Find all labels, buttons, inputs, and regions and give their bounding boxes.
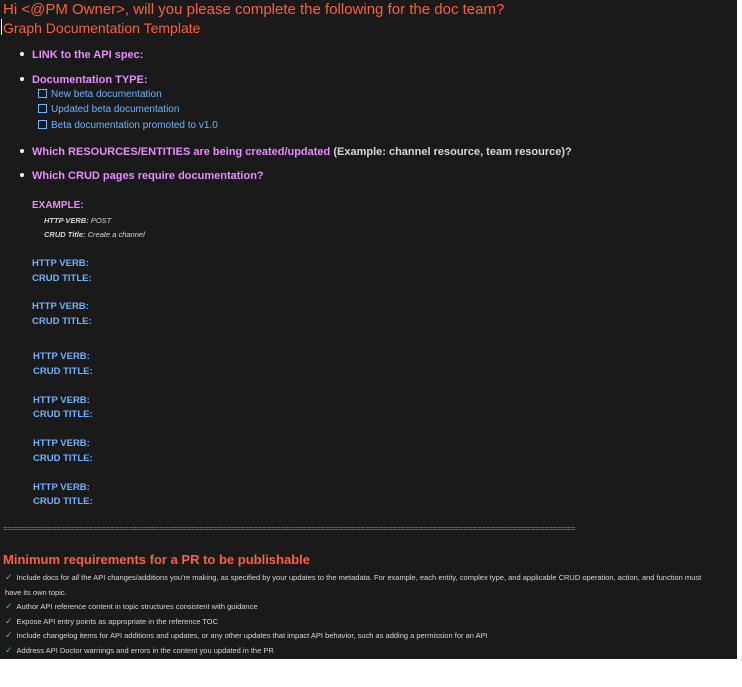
crud-title-field: CRUD TITLE: — [33, 453, 93, 464]
requirement-text-pre: Include docs for — [16, 573, 72, 582]
http-verb-field: HTTP VERB: — [32, 258, 89, 269]
checkbox-icon[interactable] — [38, 104, 47, 113]
message-document: Hi <@PM Owner>, will you please complete… — [0, 0, 737, 659]
checkmark-icon: ✓ — [5, 645, 13, 655]
crud-title-field: CRUD TITLE: — [32, 316, 92, 327]
crud-title-field: CRUD TITLE: — [33, 366, 93, 377]
crud-title-field: CRUD TITLE: — [32, 273, 92, 284]
example-title-value: Create a channel — [87, 230, 145, 239]
text-cursor — [1, 19, 2, 35]
requirement-text: Address API Doctor warnings and errors i… — [16, 646, 274, 655]
checkbox-label: Updated beta documentation — [51, 104, 180, 115]
requirement-text-post: the API changes/additions you're making,… — [5, 573, 702, 597]
requirement-text: Expose API entry points as appropriate i… — [16, 617, 219, 626]
checkmark-icon: ✓ — [5, 630, 13, 640]
checkmark-icon: ✓ — [5, 572, 13, 582]
bullet-api-spec-label: LINK to the API spec: — [32, 49, 144, 61]
bullet-crud-pages-label: Which CRUD pages require documentation? — [32, 170, 264, 182]
requirement-item: ✓ Expose API entry points as appropriate … — [5, 614, 715, 629]
checkbox-label: New beta documentation — [51, 89, 162, 100]
http-verb-field: HTTP VERB: — [33, 482, 90, 493]
requirement-item: ✓ Include docs for all the API changes/ad… — [5, 570, 715, 600]
requirement-text: Author API reference content in topic st… — [16, 602, 258, 611]
bullet-dot — [20, 52, 24, 56]
crud-title-field: CRUD TITLE: — [33, 409, 93, 420]
http-verb-field: HTTP VERB: — [33, 395, 90, 406]
requirement-item: ✓ Author API reference content in topic s… — [5, 599, 715, 614]
divider-line: ========================================… — [3, 524, 576, 533]
bullet-dot — [20, 77, 24, 81]
bullet-resources: Which RESOURCES/ENTITIES are being creat… — [20, 145, 572, 159]
http-verb-field: HTTP VERB: — [32, 301, 89, 312]
greeting-text: Hi <@PM Owner>, will you please complete… — [3, 1, 505, 18]
example-crud-title: CRUD Title: Create a channel — [44, 230, 145, 239]
checkmark-icon: ✓ — [5, 616, 13, 626]
bullet-doc-type: Documentation TYPE: — [20, 73, 148, 87]
requirement-item: ✓ Address API Doctor warnings and errors … — [5, 643, 715, 658]
checkbox-label: Beta documentation promoted to v1.0 — [51, 120, 218, 131]
checkbox-promoted-v1[interactable]: Beta documentation promoted to v1.0 — [38, 120, 218, 132]
example-verb-value: POST — [90, 216, 112, 225]
checkbox-updated-beta[interactable]: Updated beta documentation — [38, 104, 179, 116]
template-title: Graph Documentation Template — [3, 20, 201, 36]
requirement-item: ✓ Include changelog items for API additio… — [5, 628, 715, 643]
example-label: EXAMPLE: — [32, 200, 84, 211]
bullet-dot — [20, 173, 24, 177]
crud-title-field: CRUD TITLE: — [33, 496, 93, 507]
http-verb-field: HTTP VERB: — [33, 351, 90, 362]
requirement-text: Include changelog items for API addition… — [16, 631, 488, 640]
bullet-doc-type-label: Documentation TYPE: — [32, 74, 148, 86]
bullet-resources-label: Which RESOURCES/ENTITIES are being creat… — [32, 146, 331, 158]
bullet-resources-example: (Example: channel resource, team resourc… — [333, 146, 572, 158]
example-verb-label: HTTP VERB: — [44, 216, 89, 225]
example-title-label: CRUD Title: — [44, 230, 86, 239]
checkbox-new-beta[interactable]: New beta documentation — [38, 89, 162, 101]
http-verb-field: HTTP VERB: — [33, 438, 90, 449]
example-http-verb: HTTP VERB: POST — [44, 216, 111, 225]
checkmark-icon: ✓ — [5, 601, 13, 611]
requirements-title: Minimum requirements for a PR to be publ… — [3, 552, 310, 567]
bullet-crud-pages: Which CRUD pages require documentation? — [20, 169, 264, 183]
requirement-text-em: all — [71, 573, 80, 582]
checkbox-icon[interactable] — [38, 120, 47, 129]
bullet-api-spec: LINK to the API spec: — [20, 48, 143, 62]
checkbox-icon[interactable] — [38, 89, 47, 98]
bullet-dot — [20, 149, 24, 153]
